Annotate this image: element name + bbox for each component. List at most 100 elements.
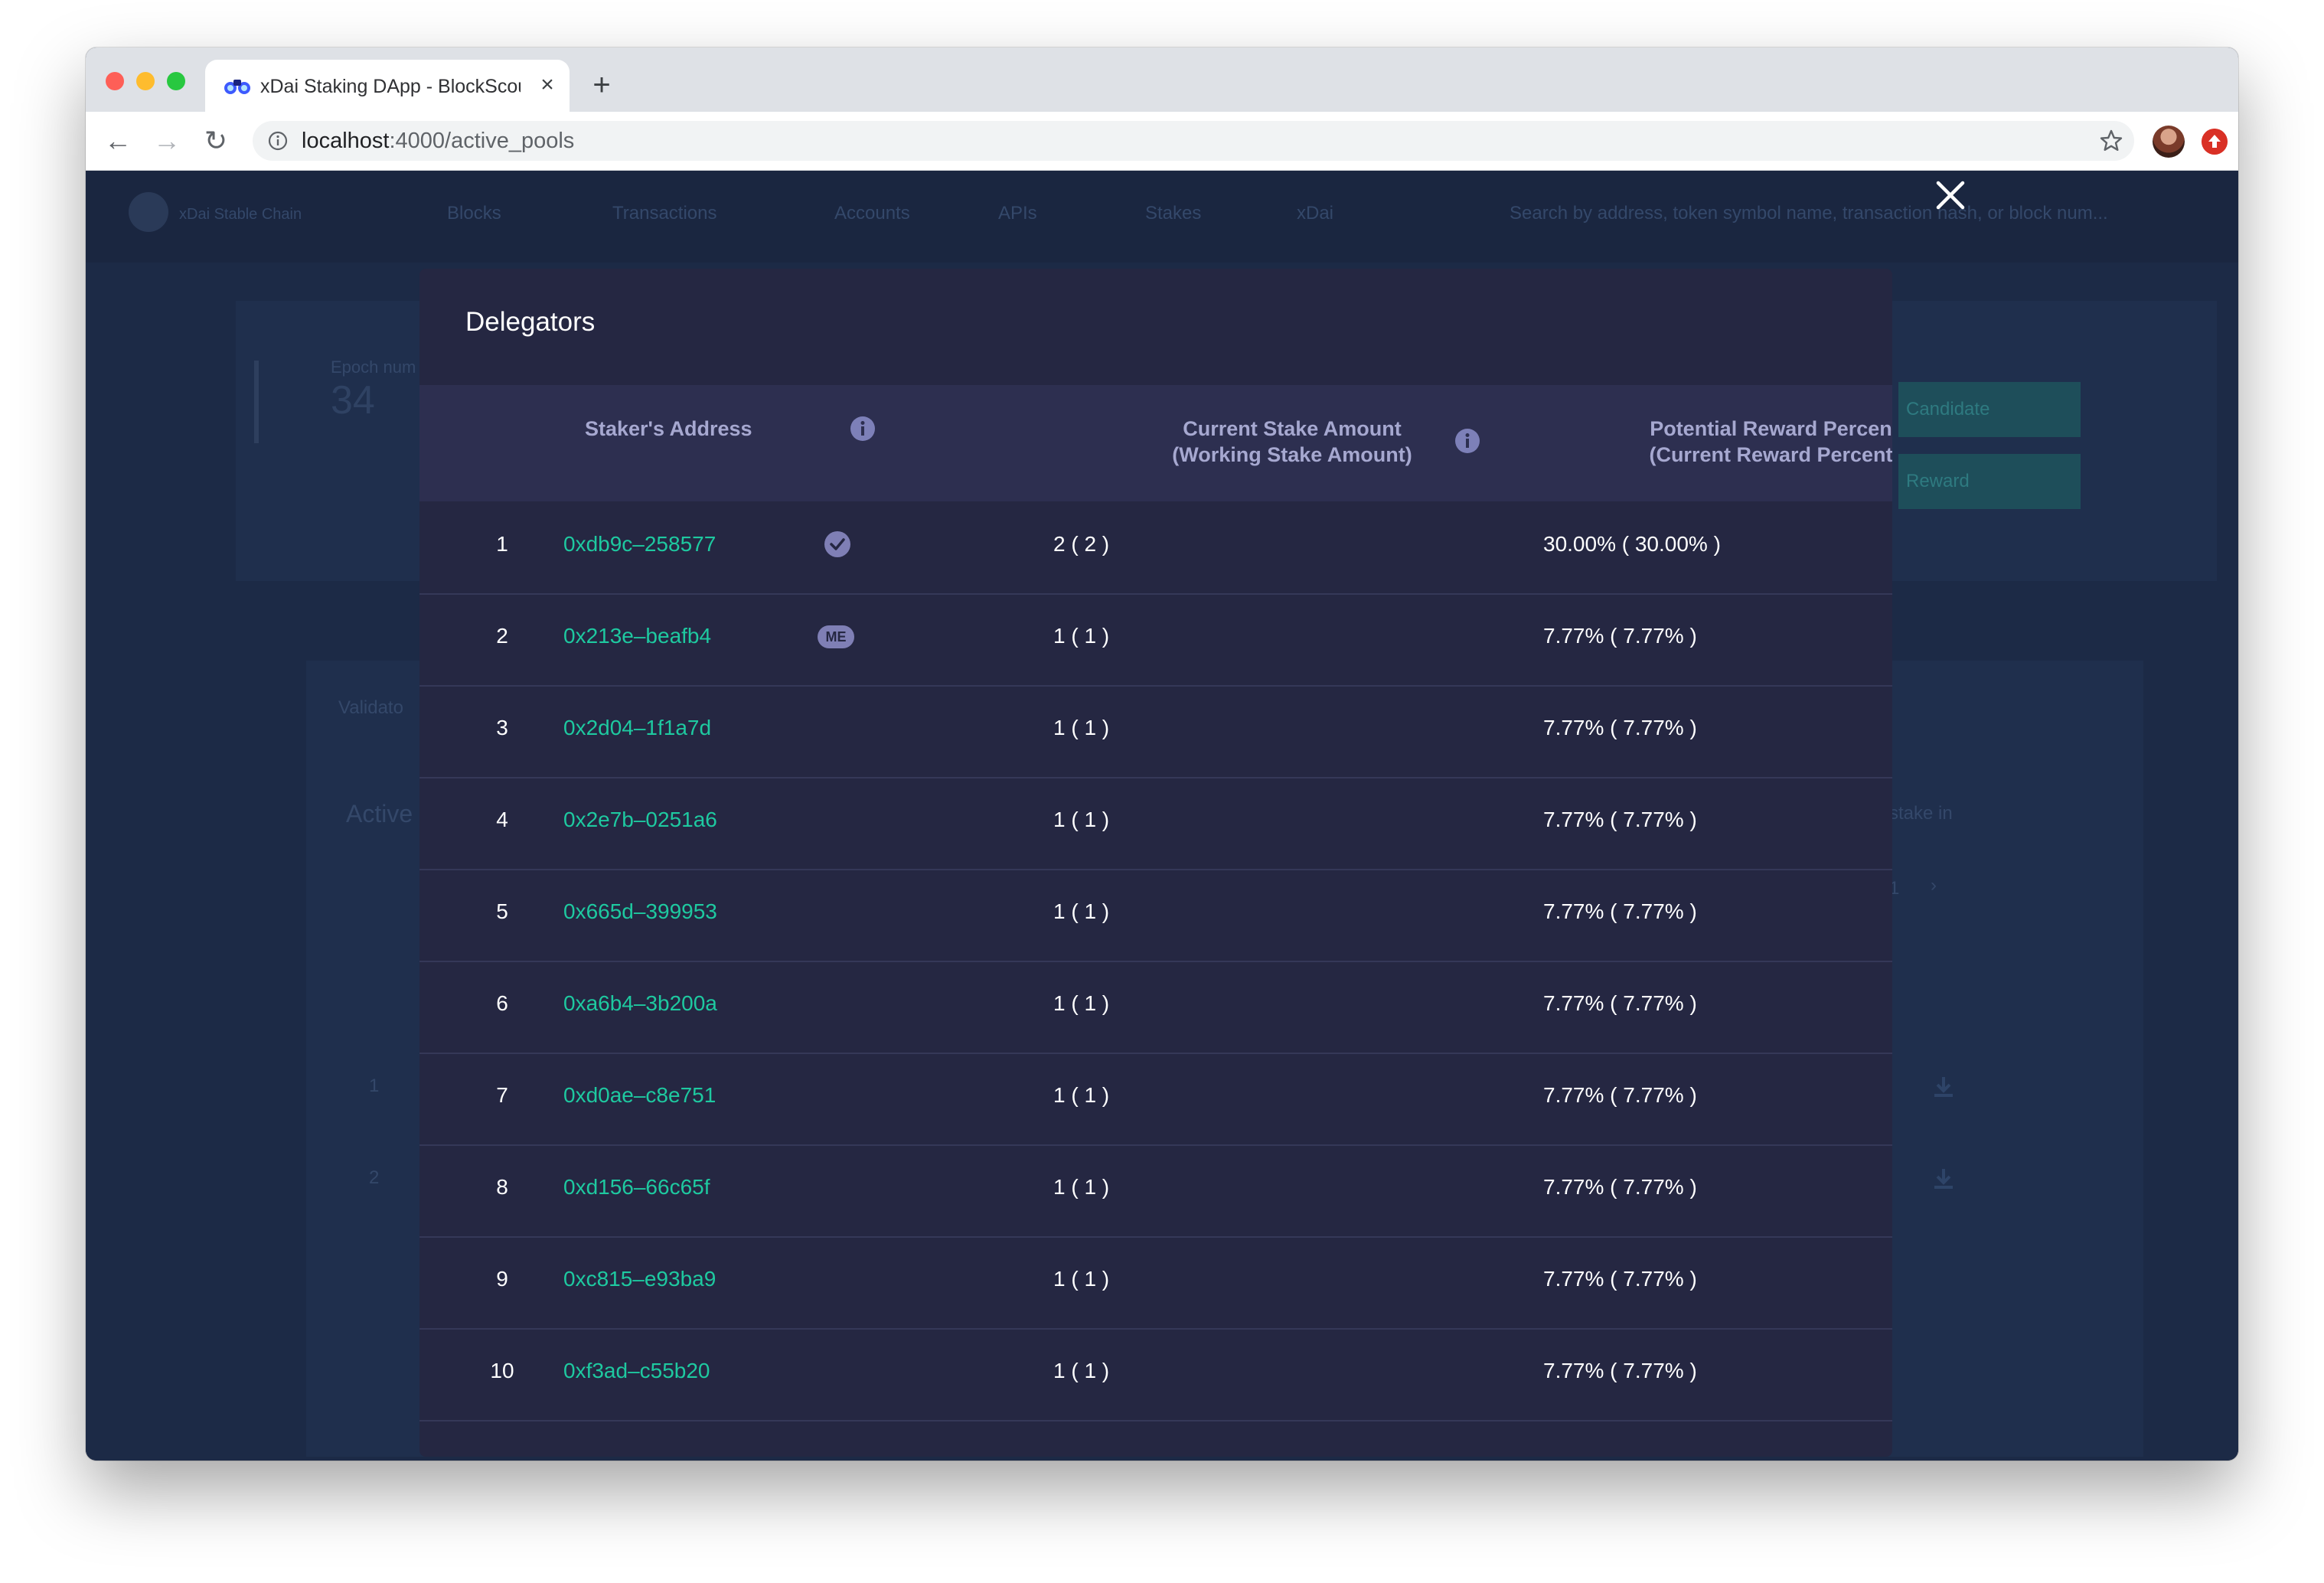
bg-navbar: xDai Stable Chain Blocks Transactions Ac…: [86, 171, 2238, 263]
binoculars-icon: [224, 80, 250, 94]
info-icon[interactable]: [1454, 428, 1480, 454]
column-header-reward-line1: Potential Reward Percent: [1650, 417, 1892, 440]
bg-search: Search by address, token symbol name, tr…: [1510, 203, 2108, 224]
stake-amount: 1 ( 1 ): [1053, 1267, 1110, 1291]
browser-toolbar: ← → ↻ localhost:4000/active_pools: [86, 112, 2238, 171]
reward-percent: 7.77% ( 7.77% ): [1543, 624, 1697, 648]
staker-address-link[interactable]: 0x213e–beafb4: [563, 621, 711, 651]
reward-percent: 7.77% ( 7.77% ): [1543, 1175, 1697, 1199]
column-header-address: Staker's Address: [585, 417, 752, 440]
profile-avatar[interactable]: [2153, 126, 2185, 158]
staker-address-link[interactable]: 0xc815–e93ba9: [563, 1264, 716, 1294]
row-index: 2: [496, 624, 508, 648]
bg-nav-xdai: xDai: [1297, 203, 1334, 224]
tab-title: xDai Staking DApp - BlockScout: [260, 76, 521, 97]
reward-percent: 7.77% ( 7.77% ): [1543, 1359, 1697, 1382]
table-row: 3 0x2d04–1f1a7d 1 ( 1 ) 7.77% ( 7.77% ): [419, 685, 1892, 778]
stake-amount: 1 ( 1 ): [1053, 1175, 1110, 1199]
bg-row-number: 2: [369, 1167, 380, 1188]
minimize-window-button[interactable]: [136, 72, 155, 90]
row-index: 10: [490, 1359, 514, 1382]
staker-address-link[interactable]: 0xa6b4–3b200a: [563, 988, 717, 1019]
table-row: 10 0xf3ad–c55b20 1 ( 1 ) 7.77% ( 7.77% ): [419, 1328, 1892, 1421]
row-index: 1: [496, 532, 508, 556]
table-row: 8 0xd156–66c65f 1 ( 1 ) 7.77% ( 7.77% ): [419, 1144, 1892, 1238]
verified-check-icon: [824, 531, 850, 557]
stake-amount: 1 ( 1 ): [1053, 624, 1110, 648]
reward-percent: 7.77% ( 7.77% ): [1543, 808, 1697, 831]
bg-brand: xDai Stable Chain: [179, 206, 302, 223]
table-row: 5 0x665d–399953 1 ( 1 ) 7.77% ( 7.77% ): [419, 869, 1892, 962]
reward-percent: 7.77% ( 7.77% ): [1543, 1083, 1697, 1107]
logo-icon: [129, 192, 168, 232]
new-tab-button[interactable]: +: [588, 70, 615, 100]
reload-icon[interactable]: ↻: [201, 126, 231, 156]
stake-amount: 1 ( 1 ): [1053, 1083, 1110, 1107]
bg-row-number: 1: [369, 1075, 380, 1096]
info-icon[interactable]: [850, 416, 876, 442]
staker-address-link[interactable]: 0x665d–399953: [563, 896, 717, 927]
update-icon[interactable]: [2202, 129, 2228, 155]
staker-address-link[interactable]: 0xf3ad–c55b20: [563, 1356, 710, 1386]
table-row: 7 0xd0ae–c8e751 1 ( 1 ) 7.77% ( 7.77% ): [419, 1053, 1892, 1146]
column-header-reward-line2: (Current Reward Percent): [1649, 443, 1892, 466]
table-row: 4 0x2e7b–0251a6 1 ( 1 ) 7.77% ( 7.77% ): [419, 777, 1892, 870]
reward-percent: 7.77% ( 7.77% ): [1543, 899, 1697, 923]
row-index: 8: [496, 1175, 508, 1199]
bg-epoch-label: Epoch num: [331, 357, 416, 377]
bg-nav-blocks: Blocks: [447, 203, 501, 224]
bg-candidate-button: Candidate: [1898, 382, 2081, 437]
close-window-button[interactable]: [106, 72, 124, 90]
bg-nav-stakes: Stakes: [1145, 203, 1202, 224]
column-header-reward: Potential Reward Percent (Current Reward…: [1614, 416, 1892, 468]
bg-epoch-value: 34: [331, 378, 375, 423]
row-index: 5: [496, 899, 508, 923]
download-icon: [1934, 1169, 1953, 1189]
bg-accent-bar: [254, 361, 259, 443]
forward-arrow-icon[interactable]: →: [152, 126, 182, 156]
address-bar[interactable]: localhost:4000/active_pools: [253, 121, 2134, 161]
row-index: 7: [496, 1083, 508, 1107]
bg-reward-button: Reward: [1898, 454, 2081, 509]
tab-strip: xDai Staking DApp - BlockScout × +: [86, 47, 2238, 112]
table-header: Staker's Address Current Stake Amount (W…: [419, 385, 1892, 501]
bookmark-star-icon[interactable]: [2097, 127, 2125, 155]
bg-active-heading: Active: [346, 800, 413, 827]
url-host: localhost: [302, 129, 390, 153]
stake-amount: 2 ( 2 ): [1053, 532, 1110, 556]
table-row: 2 0x213e–beafb4 ME 1 ( 1 ) 7.77% ( 7.77%…: [419, 593, 1892, 687]
me-badge: ME: [818, 625, 854, 648]
bg-pagination-next: ›: [1931, 875, 1937, 896]
staker-address-link[interactable]: 0xd0ae–c8e751: [563, 1080, 716, 1111]
staker-address-link[interactable]: 0x2e7b–0251a6: [563, 805, 717, 835]
back-arrow-icon[interactable]: ←: [103, 126, 133, 156]
row-index: 6: [496, 991, 508, 1015]
table-row: 9 0xc815–e93ba9 1 ( 1 ) 7.77% ( 7.77% ): [419, 1236, 1892, 1330]
staker-address-link[interactable]: 0xdb9c–258577: [563, 529, 716, 560]
bg-tab-validators: Validato: [338, 697, 403, 718]
modal-title: Delegators: [465, 307, 596, 337]
staker-address-link[interactable]: 0x2d04–1f1a7d: [563, 713, 711, 743]
column-header-stake-line2: (Working Stake Amount): [1172, 443, 1412, 466]
close-icon[interactable]: [1923, 171, 1978, 223]
browser-tab-active[interactable]: xDai Staking DApp - BlockScout ×: [205, 60, 570, 112]
reward-percent: 7.77% ( 7.77% ): [1543, 991, 1697, 1015]
stake-amount: 1 ( 1 ): [1053, 808, 1110, 831]
browser-window: xDai Staking DApp - BlockScout × + ← → ↻…: [86, 47, 2238, 1461]
column-header-stake-line1: Current Stake Amount: [1183, 417, 1402, 440]
row-index: 3: [496, 716, 508, 739]
url-path: :4000/active_pools: [389, 129, 575, 153]
page-background: xDai Stable Chain Blocks Transactions Ac…: [86, 171, 2238, 1461]
row-index: 9: [496, 1267, 508, 1291]
table-row: 1 0xdb9c–258577 2 ( 2 ) 30.00% ( 30.00% …: [419, 501, 1892, 595]
column-header-stake: Current Stake Amount (Working Stake Amou…: [1139, 416, 1445, 468]
maximize-window-button[interactable]: [167, 72, 185, 90]
stake-amount: 1 ( 1 ): [1053, 716, 1110, 739]
staker-address-link[interactable]: 0xd156–66c65f: [563, 1172, 710, 1203]
bg-nav-apis: APIs: [998, 203, 1037, 224]
tab-close-icon[interactable]: ×: [536, 73, 559, 96]
bg-nav-transactions: Transactions: [612, 203, 717, 224]
download-icon: [1934, 1077, 1953, 1097]
url-text[interactable]: localhost:4000/active_pools: [302, 129, 574, 153]
site-info-icon[interactable]: [268, 131, 288, 151]
